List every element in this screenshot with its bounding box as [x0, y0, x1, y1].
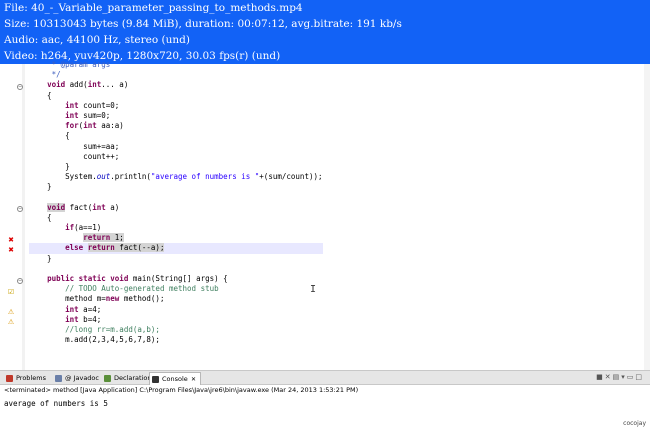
task-icon[interactable]: ☑: [7, 288, 15, 296]
audio-info-text: Audio: aac, 44100 Hz, stereo (und): [4, 34, 190, 46]
clear-console-icon[interactable]: ▤: [613, 373, 622, 381]
code-line: void add(int... a): [47, 80, 129, 90]
file-size-text: Size: 10313043 bytes (9.84 MiB), duratio…: [4, 18, 402, 30]
close-icon[interactable]: ✕: [191, 373, 196, 386]
code-line: * @param args: [29, 60, 111, 69]
error-icon[interactable]: ✖: [7, 236, 15, 244]
code-line: m.add(2,3,4,5,6,7,8);: [29, 335, 160, 345]
maximize-icon[interactable]: □: [635, 373, 644, 381]
code-line: int sum=0;: [65, 110, 111, 120]
warning-icon[interactable]: ⚠: [7, 308, 15, 316]
code-line: int a=4;: [65, 304, 102, 314]
watermark: cocojay: [623, 420, 646, 427]
fold-toggle-add[interactable]: −: [17, 84, 23, 90]
code-line: */: [29, 70, 61, 80]
media-info-overlay: File: 40_-_Variable_parameter_passing_to…: [0, 0, 650, 64]
console-panel: Problems @ Javadoc Declaration Console ✕…: [0, 370, 650, 430]
tab-label: Console: [162, 375, 188, 383]
problems-icon: [6, 375, 13, 382]
code-line: {: [29, 131, 70, 141]
terminate-icon[interactable]: ■: [596, 373, 605, 381]
code-line: void fact(int a): [47, 202, 120, 212]
code-line: if(a==1): [65, 223, 102, 232]
console-toolbar: ■✕▤▾▭□: [596, 373, 644, 381]
code-line: System.out.println("average of numbers i…: [29, 172, 323, 182]
code-editor[interactable]: − − − ✖ ✖ ☑ ⚠ ⚠ * @param args */ void ad…: [0, 60, 650, 370]
remove-launch-icon[interactable]: ✕: [605, 373, 613, 381]
code-line-current: else return fact(--a);: [29, 243, 323, 254]
warning-icon[interactable]: ⚠: [7, 318, 15, 326]
fold-toggle-fact[interactable]: −: [17, 206, 23, 212]
tab-declaration[interactable]: Declaration: [102, 372, 152, 385]
code-line: //long rr=m.add(a,b);: [29, 324, 160, 334]
tab-label: Declaration: [114, 374, 152, 382]
declaration-icon: [104, 375, 111, 382]
code-content[interactable]: * @param args */ void add(int... a) { in…: [29, 60, 323, 345]
code-line: }: [29, 182, 52, 192]
code-line: {: [29, 212, 52, 222]
editor-ruler: [22, 64, 25, 370]
javadoc-icon: [55, 375, 62, 382]
file-name-text: File: 40_-_Variable_parameter_passing_to…: [4, 2, 303, 14]
code-line: }: [29, 253, 52, 263]
tab-console[interactable]: Console ✕: [149, 372, 201, 385]
error-icon[interactable]: ✖: [7, 246, 15, 254]
code-line: int b=4;: [65, 314, 102, 324]
code-line: // TODO Auto-generated method stub: [29, 284, 219, 294]
code-line: method m=new method();: [29, 294, 165, 304]
code-line: return 1;: [83, 233, 124, 243]
console-launch-title: <terminated> method [Java Application] C…: [4, 386, 359, 394]
code-line: count++;: [29, 151, 120, 161]
console-output[interactable]: average of numbers is 5: [4, 399, 108, 408]
fold-toggle-main[interactable]: −: [17, 278, 23, 284]
tab-label: @ Javadoc: [65, 374, 99, 382]
code-line: {: [29, 90, 52, 100]
overview-ruler: [644, 64, 650, 370]
code-line: sum+=aa;: [29, 141, 120, 151]
console-icon: [152, 376, 159, 383]
code-line: public static void main(String[] args) {: [47, 273, 228, 283]
view-tab-bar: Problems @ Javadoc Declaration Console ✕…: [0, 370, 650, 385]
tab-problems[interactable]: Problems: [4, 372, 52, 385]
code-line: for(int aa:a): [65, 121, 124, 131]
tab-javadoc[interactable]: @ Javadoc: [53, 372, 101, 385]
code-line: }: [29, 161, 70, 171]
tab-label: Problems: [16, 374, 46, 382]
code-line: int count=0;: [65, 100, 120, 110]
mouse-cursor-icon: I: [310, 284, 317, 295]
